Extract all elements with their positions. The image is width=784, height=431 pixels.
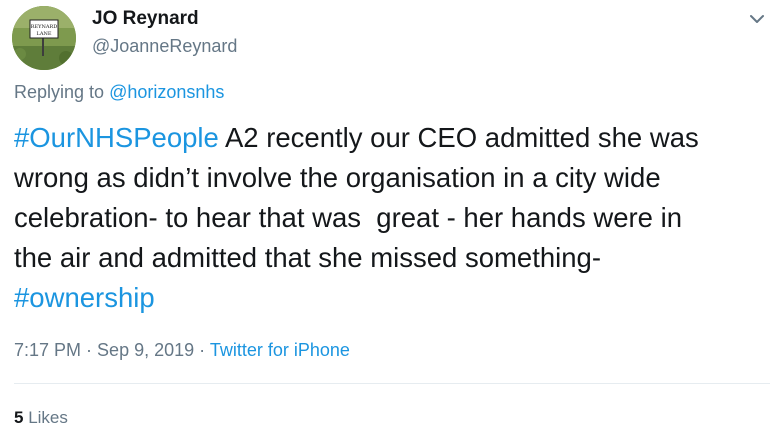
avatar[interactable]: REYNARD LANE bbox=[12, 6, 76, 70]
tweet-card: REYNARD LANE JO Reynard @JoanneReynard R… bbox=[0, 0, 784, 431]
meta-separator: · bbox=[194, 340, 210, 360]
likes-count[interactable]: 5 Likes bbox=[14, 408, 68, 428]
tweet-text: #OurNHSPeople A2 recently our CEO admitt… bbox=[14, 118, 774, 318]
display-name[interactable]: JO Reynard bbox=[92, 8, 199, 30]
tweet-line-1-text: A2 recently our CEO admitted she was bbox=[218, 122, 699, 153]
meta-separator: · bbox=[81, 340, 98, 360]
likes-label: Likes bbox=[23, 408, 68, 427]
tweet-time[interactable]: 7:17 PM bbox=[14, 340, 81, 360]
replying-to: Replying to @horizonsnhs bbox=[14, 82, 224, 103]
tweet-line-4: the air and admitted that she missed som… bbox=[14, 242, 601, 273]
chevron-down-icon[interactable] bbox=[746, 8, 768, 30]
hashtag-ournhspeople[interactable]: #OurNHSPeople bbox=[14, 122, 219, 153]
hashtag-ownership[interactable]: #ownership bbox=[14, 282, 155, 313]
tweet-date[interactable]: Sep 9, 2019 bbox=[97, 340, 194, 360]
tweet-source-link[interactable]: Twitter for iPhone bbox=[210, 340, 350, 360]
sign-line-1: REYNARD bbox=[31, 24, 57, 30]
tweet-line-3: celebration- to hear that was great - he… bbox=[14, 202, 683, 233]
tweet-line-2: wrong as didn’t involve the organisation… bbox=[14, 162, 661, 193]
avatar-image: REYNARD LANE bbox=[12, 6, 76, 70]
tweet-line-1: #OurNHSPeople A2 recently our CEO admitt… bbox=[14, 118, 774, 158]
reply-target-link[interactable]: @horizonsnhs bbox=[109, 82, 224, 102]
tweet-meta: 7:17 PM · Sep 9, 2019 · Twitter for iPho… bbox=[14, 340, 350, 361]
user-handle[interactable]: @JoanneReynard bbox=[92, 36, 237, 57]
divider bbox=[14, 383, 770, 384]
sign-line-2: LANE bbox=[37, 31, 52, 37]
replying-prefix: Replying to bbox=[14, 82, 110, 102]
tweet-line-5: #ownership bbox=[14, 278, 774, 318]
